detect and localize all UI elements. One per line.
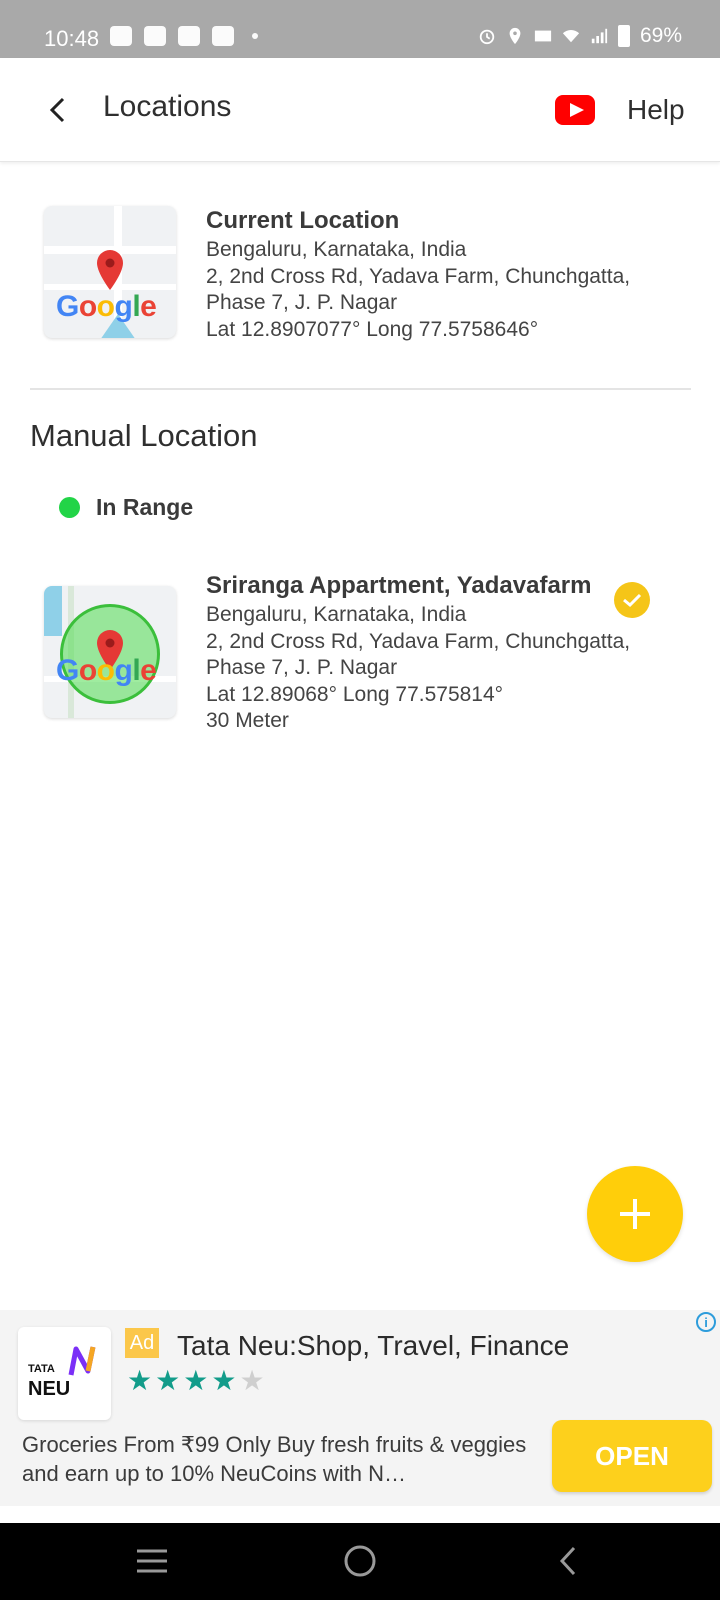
battery-icon bbox=[617, 25, 630, 47]
home-circle-icon bbox=[344, 1545, 376, 1577]
volte-icon bbox=[534, 30, 552, 42]
star-empty-icon: ★ bbox=[239, 1365, 268, 1396]
manual-location-map-thumbnail[interactable]: Google bbox=[44, 586, 176, 718]
manual-location-title[interactable]: Sriranga Appartment, Yadavafarm bbox=[206, 572, 591, 600]
in-range-indicator-icon bbox=[59, 497, 80, 518]
ad-badge: Ad bbox=[125, 1328, 159, 1358]
outlook-icon bbox=[212, 26, 234, 46]
plus-icon bbox=[620, 1199, 650, 1229]
notification-icons bbox=[110, 26, 258, 46]
current-location-address-line1: 2, 2nd Cross Rd, Yadava Farm, Chunchgatt… bbox=[206, 265, 631, 288]
current-location-map-thumbnail[interactable]: Google bbox=[44, 206, 176, 338]
app-bar: Locations Help bbox=[0, 58, 720, 162]
youtube-icon[interactable] bbox=[555, 95, 595, 125]
google-logo: Google bbox=[56, 654, 157, 687]
range-status: In Range bbox=[96, 494, 194, 520]
home-button[interactable] bbox=[340, 1541, 380, 1581]
back-button[interactable] bbox=[36, 88, 80, 132]
map-pin-icon bbox=[97, 250, 123, 290]
back-chevron-icon bbox=[559, 1546, 576, 1576]
manual-location-address-line2: Phase 7, J. P. Nagar bbox=[206, 656, 398, 679]
star-icon: ★ bbox=[155, 1365, 184, 1396]
back-arrow-icon bbox=[49, 97, 65, 123]
current-location-title: Current Location bbox=[206, 207, 400, 234]
ad-open-button[interactable]: OPEN bbox=[552, 1420, 712, 1492]
system-back-button[interactable] bbox=[548, 1541, 588, 1581]
page-title: Locations bbox=[103, 90, 232, 123]
current-location-coords: Lat 12.8907077° Long 77.5758646° bbox=[206, 318, 539, 341]
alarm-icon bbox=[479, 29, 495, 45]
help-button[interactable]: Help bbox=[627, 94, 685, 126]
manual-location-coords: Lat 12.89068° Long 77.575814° bbox=[206, 683, 504, 706]
menu-icon bbox=[137, 1549, 167, 1573]
chat-icon bbox=[110, 26, 132, 46]
manual-location-city: Bengaluru, Karnataka, India bbox=[206, 603, 467, 626]
signal-icon bbox=[591, 28, 608, 44]
battery-percent: 69% bbox=[639, 24, 682, 47]
location-icon bbox=[509, 27, 521, 45]
ad-app-logo[interactable]: TATA NEU bbox=[18, 1327, 111, 1420]
manual-location-address-line1: 2, 2nd Cross Rd, Yadava Farm, Chunchgatt… bbox=[206, 630, 631, 653]
system-nav-bar bbox=[0, 1523, 720, 1600]
manual-location-radius: 30 Meter bbox=[206, 709, 289, 732]
ad-rating-stars: ★★★★★ bbox=[127, 1364, 268, 1397]
current-location-city: Bengaluru, Karnataka, India bbox=[206, 238, 467, 261]
selected-check-icon[interactable] bbox=[614, 582, 650, 618]
ad-description: Groceries From ₹99 Only Buy fresh fruits… bbox=[22, 1432, 527, 1486]
star-icon: ★ bbox=[127, 1365, 156, 1396]
star-icon: ★ bbox=[183, 1365, 212, 1396]
recent-apps-button[interactable] bbox=[132, 1541, 172, 1581]
ad-info-icon[interactable]: i bbox=[696, 1312, 716, 1332]
divider bbox=[30, 388, 691, 390]
tata-neu-logo-icon bbox=[68, 1346, 96, 1376]
status-bar: 10:48 69% bbox=[0, 0, 720, 58]
teams-icon bbox=[144, 26, 166, 46]
manual-location-heading: Manual Location bbox=[30, 418, 258, 453]
current-location-address-line2: Phase 7, J. P. Nagar bbox=[206, 291, 398, 314]
ad-title[interactable]: Tata Neu:Shop, Travel, Finance bbox=[177, 1330, 569, 1362]
star-icon: ★ bbox=[211, 1365, 240, 1396]
status-time: 10:48 bbox=[44, 26, 100, 51]
add-location-button[interactable] bbox=[587, 1166, 683, 1262]
google-logo: Google bbox=[56, 290, 157, 323]
ad-banner[interactable]: TATA NEU Ad Tata Neu:Shop, Travel, Finan… bbox=[0, 1310, 720, 1506]
more-notifications-icon bbox=[252, 33, 258, 39]
wifi-icon bbox=[562, 30, 580, 43]
system-icons: 69% bbox=[478, 24, 682, 48]
office-icon bbox=[178, 26, 200, 46]
